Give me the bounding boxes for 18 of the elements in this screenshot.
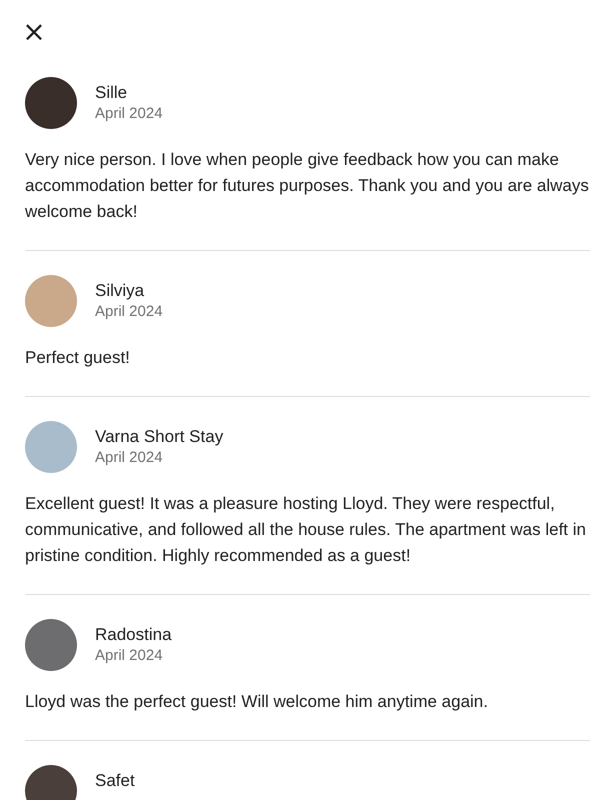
reviewer-name: Safet	[95, 771, 135, 790]
review-date: April 2024	[95, 646, 164, 665]
avatar-photo-placeholder	[25, 619, 77, 671]
review-date: April 2024	[95, 448, 164, 467]
review-text: Perfect guest!	[25, 347, 131, 369]
review-text: Very nice person. I love when people give feedback how you can make accommodation better for futures purposes. Thank you and you are always welcome back!	[25, 149, 590, 223]
reviewer-name: Sille	[95, 83, 128, 102]
avatar-photo-placeholder	[25, 421, 77, 473]
reviewer-name: Silviya	[95, 281, 146, 300]
close-button[interactable]: ×	[18, 16, 50, 48]
review-text: Excellent guest! It was a pleasure hosting Lloyd. They were respectful, communicative, and followed all the house rules. The apartment was left in pristine condition. Highly recommended as a guest!	[25, 493, 587, 567]
reviewer-name: Radostina	[95, 625, 172, 644]
review-text: Lloyd was the perfect guest! Will welcome him anytime again.	[25, 691, 489, 713]
avatar-photo-placeholder	[25, 275, 77, 327]
avatar-photo-placeholder	[25, 77, 77, 129]
review-date: April 2024	[95, 104, 163, 123]
review-date: April 2024	[95, 302, 163, 321]
reviewer-name: Varna Short Stay	[95, 427, 224, 446]
